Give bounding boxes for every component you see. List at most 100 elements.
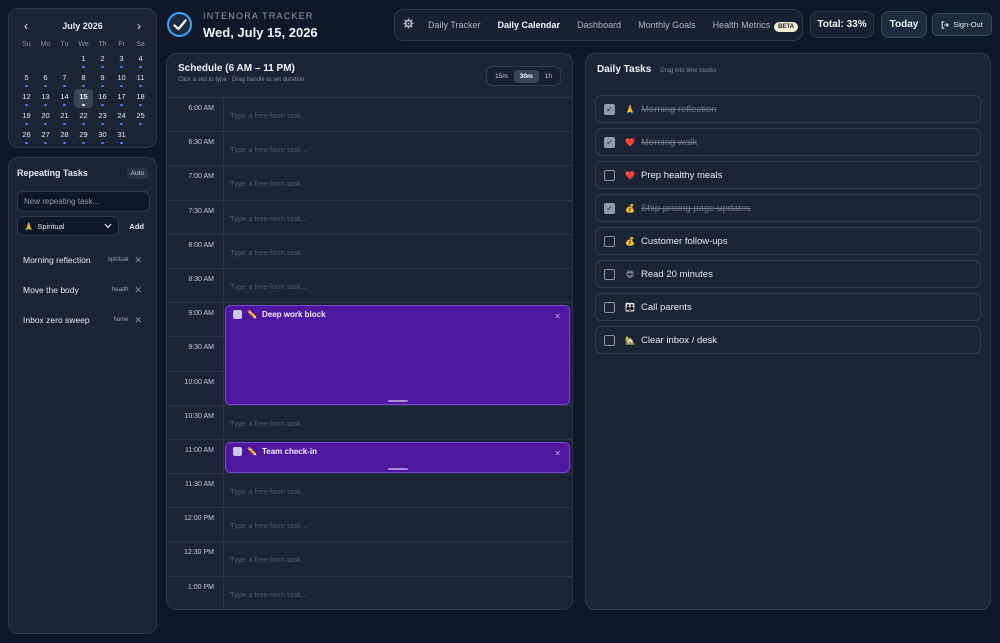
calendar-day[interactable]: 7 (55, 70, 74, 89)
calendar-month-label: July 2026 (62, 21, 103, 31)
remove-icon[interactable]: ✕ (134, 315, 142, 326)
sign-out-button[interactable]: Sign-Out (932, 13, 992, 36)
tab-daily-calendar[interactable]: Daily Calendar (498, 20, 561, 30)
daily-task-item[interactable]: 💰 Customer follow-ups (595, 227, 981, 255)
calendar-day[interactable]: 5 (17, 70, 36, 89)
next-month-icon[interactable]: › (132, 19, 146, 33)
time-slot-input[interactable]: Type a free-form task... (224, 269, 572, 302)
calendar-day[interactable]: 27 (36, 127, 55, 146)
task-checkbox[interactable]: ✓ (604, 103, 615, 115)
time-slot-input[interactable]: Type a free-form task... (224, 132, 572, 165)
gear-icon[interactable] (403, 18, 414, 32)
task-checkbox[interactable]: ✓ (604, 202, 615, 214)
repeating-task-tag: health (112, 287, 129, 293)
calendar-day[interactable]: 8 (74, 70, 93, 89)
time-slot-input[interactable]: Type a free-form task... (224, 508, 572, 541)
calendar-day[interactable]: 28 (55, 127, 74, 146)
category-select[interactable]: 🙏 Spiritual (17, 216, 120, 236)
close-icon[interactable]: ✕ (554, 312, 561, 321)
calendar-day[interactable]: 17 (112, 89, 131, 108)
time-slot-input[interactable]: Type a free-form task... (224, 201, 572, 234)
sign-out-icon (941, 20, 950, 29)
calendar-day-number: 12 (22, 92, 31, 101)
event-checkbox[interactable] (233, 310, 242, 320)
granularity-30m[interactable]: 30m (513, 69, 539, 83)
daily-task-item[interactable]: ❤️ Prep healthy meals (595, 161, 981, 189)
pencil-icon: ✏️ (247, 447, 257, 456)
calendar-day[interactable]: 18 (131, 89, 150, 108)
time-slot-input[interactable]: Type a free-form task... (224, 98, 572, 131)
calendar-day[interactable]: 30 (93, 127, 112, 146)
time-slot-input[interactable]: Type a free-form task... (224, 577, 572, 609)
calendar-day[interactable]: 19 (17, 108, 36, 127)
calendar-day-number: 26 (22, 130, 31, 139)
calendar-day[interactable]: 4 (131, 51, 150, 70)
daily-task-item[interactable]: ✓ ❤️ Morning walk (595, 128, 981, 156)
task-checkbox[interactable] (604, 169, 615, 181)
calendar-day[interactable]: 31 (112, 127, 131, 146)
task-checkbox[interactable] (604, 268, 615, 280)
calendar-day[interactable]: 14 (55, 89, 74, 108)
remove-icon[interactable]: ✕ (134, 255, 142, 266)
tab-dashboard[interactable]: Dashboard (577, 20, 621, 30)
calendar-day[interactable]: 24 (112, 108, 131, 127)
calendar-day[interactable]: 25 (131, 108, 150, 127)
calendar-day-selected[interactable]: 15 (74, 89, 93, 108)
time-slot-input[interactable]: Type a free-form task... (224, 235, 572, 268)
resize-handle[interactable] (387, 399, 408, 402)
task-checkbox[interactable] (604, 235, 615, 247)
calendar-day[interactable]: 11 (131, 70, 150, 89)
calendar-day-number: 8 (81, 73, 86, 82)
calendar-day[interactable]: 29 (74, 127, 93, 146)
calendar-day[interactable]: 12 (17, 89, 36, 108)
daily-task-item[interactable]: 😊 Read 20 minutes (595, 260, 981, 288)
resize-handle[interactable] (387, 468, 408, 471)
add-repeating-task-button[interactable]: Add (125, 222, 148, 231)
daily-task-item[interactable]: ✓ 🙏 Morning reflection (595, 95, 981, 123)
today-button[interactable]: Today (881, 11, 927, 38)
calendar-day[interactable]: 1 (74, 51, 93, 70)
task-checkbox[interactable] (604, 301, 615, 313)
tab-monthly-goals[interactable]: Monthly Goals (638, 20, 696, 30)
scheduled-event[interactable]: ✏️ Team check-in ✕ (225, 442, 570, 474)
calendar-day[interactable]: 26 (17, 127, 36, 146)
daily-task-item[interactable]: 👪 Call parents (595, 293, 981, 321)
daily-task-item[interactable]: ✓ 💰 Ship pricing page updates (595, 194, 981, 222)
activity-dot (44, 122, 47, 125)
granularity-15m[interactable]: 15m (489, 70, 514, 83)
time-slot-input[interactable]: Type a free-form task... (224, 166, 572, 199)
prev-month-icon[interactable]: ‹ (19, 19, 33, 33)
tab-daily-tracker[interactable]: Daily Tracker (428, 20, 481, 30)
calendar-day[interactable]: 20 (36, 108, 55, 127)
daily-task-item[interactable]: 🏡 Clear inbox / desk (595, 326, 981, 354)
remove-icon[interactable]: ✕ (134, 285, 142, 296)
repeating-task-tag: spiritual (107, 257, 129, 263)
time-slot-label: 11:00 AM (167, 439, 224, 474)
task-checkbox[interactable]: ✓ (604, 136, 615, 148)
time-slot-input[interactable]: Type a free-form task... (224, 474, 572, 507)
category-select-value: Spiritual (37, 221, 65, 231)
scheduled-event[interactable]: ✏️ Deep work block ✕ (225, 305, 570, 405)
time-slot-input[interactable]: Type a free-form task... (224, 406, 572, 439)
calendar-day[interactable]: 3 (112, 51, 131, 70)
calendar-day[interactable]: 6 (36, 70, 55, 89)
time-slot: 1:00 PM Type a free-form task... (167, 576, 572, 609)
calendar-day[interactable]: 21 (55, 108, 74, 127)
time-slot: 12:30 PM Type a free-form task... (167, 542, 572, 577)
close-icon[interactable]: ✕ (554, 449, 561, 458)
time-slot-input[interactable]: Type a free-form task... (224, 542, 572, 575)
calendar-day[interactable]: 22 (74, 108, 93, 127)
task-checkbox[interactable] (604, 334, 615, 346)
calendar-day[interactable]: 16 (93, 89, 112, 108)
calendar-day[interactable]: 10 (112, 70, 131, 89)
calendar-day[interactable]: 2 (93, 51, 112, 70)
calendar-day-number: 13 (41, 92, 50, 101)
calendar-day[interactable]: 13 (36, 89, 55, 108)
calendar-day[interactable]: 23 (93, 108, 112, 127)
tab-health-metrics[interactable]: Health Metrics BETA (713, 20, 799, 32)
calendar-day[interactable]: 9 (93, 70, 112, 89)
repeating-tasks-panel: Repeating Tasks Auto 🙏 Spiritual Add Mor… (8, 157, 157, 634)
granularity-1h[interactable]: 1h (539, 70, 558, 83)
new-repeating-task-input[interactable] (17, 191, 150, 212)
event-checkbox[interactable] (233, 447, 242, 456)
